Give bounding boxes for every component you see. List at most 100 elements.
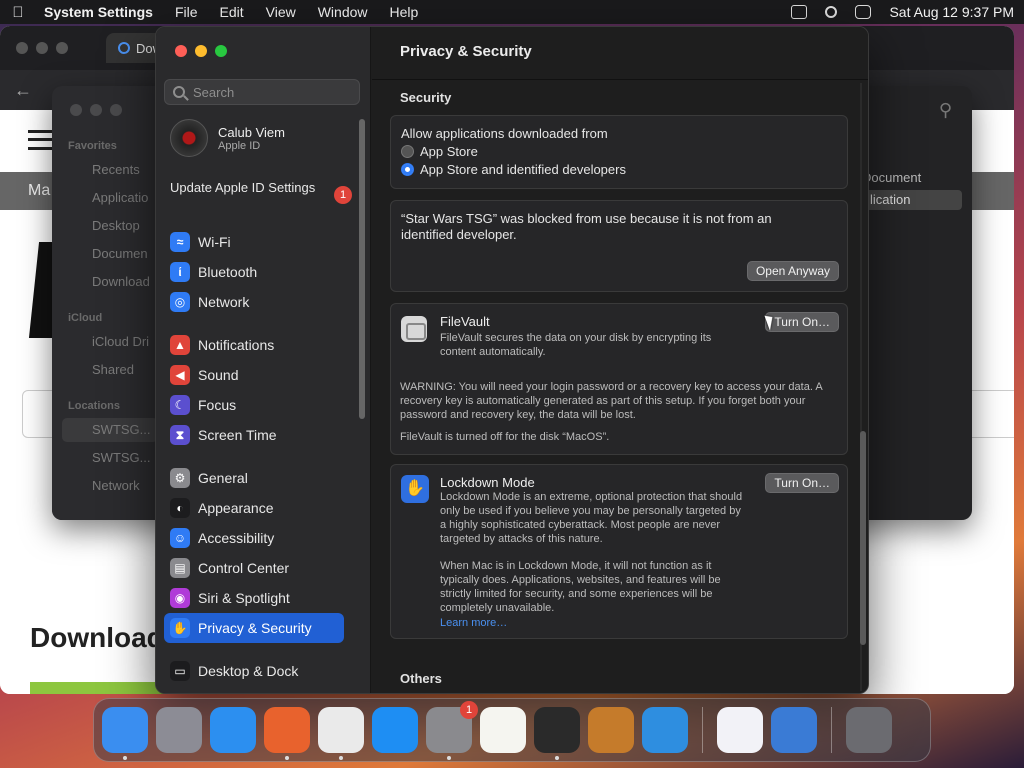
browser-zoom-button[interactable]: [56, 42, 68, 54]
dock-finder-icon[interactable]: [102, 707, 148, 760]
dock-firefox-icon[interactable]: [264, 707, 310, 760]
dock-garageband-icon[interactable]: [588, 707, 634, 753]
dock-safari-icon[interactable]: [210, 707, 256, 753]
content-scrollbar[interactable]: [860, 431, 866, 645]
browser-minimize-button[interactable]: [36, 42, 48, 54]
dock-terminal-icon[interactable]: [534, 707, 580, 760]
sidebar-item-desktop-dock[interactable]: ▭ Desktop & Dock: [164, 656, 344, 686]
menu-edit[interactable]: Edit: [220, 4, 244, 20]
sidebar-item-label: Focus: [198, 397, 237, 413]
running-indicator: [123, 756, 127, 760]
finder-item-documents[interactable]: Documen: [92, 246, 148, 261]
finder-zoom-button[interactable]: [110, 104, 122, 116]
tab-favicon-icon: [118, 42, 130, 54]
learn-more-link[interactable]: Learn more…: [440, 616, 507, 630]
finder-item-network[interactable]: Network: [92, 478, 140, 493]
sidebar-item-control-center[interactable]: ▤ Control Center: [164, 553, 344, 583]
dock-vs-code-icon[interactable]: [642, 707, 688, 753]
finder-item-downloads[interactable]: Download: [92, 274, 150, 289]
finder-icloud-header: iCloud: [68, 312, 103, 324]
lockdown-description: Lockdown Mode is an extreme, optional pr…: [440, 491, 743, 545]
hamburger-menu-icon[interactable]: [28, 130, 54, 150]
dock-weather-icon[interactable]: [771, 707, 817, 753]
radio-app-store[interactable]: App Store: [401, 144, 837, 159]
sidebar-item-focus[interactable]: ☾ Focus: [164, 390, 344, 420]
menu-app-name[interactable]: System Settings: [44, 4, 153, 20]
menu-help[interactable]: Help: [390, 4, 419, 20]
settings-zoom-button[interactable]: [215, 45, 227, 57]
radio-label: App Store and identified developers: [420, 162, 626, 177]
appearance-icon: ◐: [170, 498, 190, 518]
dock-textedit-icon[interactable]: [480, 707, 526, 753]
radio-button-selected[interactable]: [401, 163, 414, 176]
sidebar-item-sound[interactable]: ◀ Sound: [164, 360, 344, 390]
sidebar-item-label: Screen Time: [198, 427, 277, 443]
running-indicator: [339, 756, 343, 760]
lockdown-turn-on-button[interactable]: Turn On…: [765, 473, 839, 493]
wifi-icon: ≈: [170, 232, 190, 252]
finder-item-location-1[interactable]: SWTSG...: [62, 418, 158, 442]
settings-close-button[interactable]: [175, 45, 187, 57]
sidebar-item-network[interactable]: ◎ Network: [164, 287, 344, 317]
finder-column-item[interactable]: Document: [862, 170, 962, 185]
filevault-card: FileVault FileVault secures the data on …: [390, 303, 848, 455]
speaker-icon: ◀: [170, 365, 190, 385]
apple-id-profile[interactable]: Calub Viem Apple ID: [170, 119, 285, 157]
sidebar-item-accessibility[interactable]: ☺ Accessibility: [164, 523, 344, 553]
dock-chrome-icon[interactable]: [318, 707, 364, 760]
update-apple-id-item[interactable]: Update Apple ID Settings 1: [170, 180, 360, 204]
search-placeholder: Search: [193, 84, 235, 100]
finder-item-applications[interactable]: Applicatio: [92, 190, 148, 205]
finder-close-button[interactable]: [70, 104, 82, 116]
radio-app-store-identified[interactable]: App Store and identified developers: [401, 162, 837, 177]
menu-file[interactable]: File: [175, 4, 198, 20]
menu-clock[interactable]: Sat Aug 12 9:37 PM: [889, 4, 1014, 20]
dock-visual-studio-icon[interactable]: [717, 707, 763, 753]
sidebar-item-label: Accessibility: [198, 530, 275, 546]
back-arrow-icon[interactable]: ←: [14, 80, 32, 101]
finder-selected-item[interactable]: lication: [862, 190, 962, 210]
settings-sidebar: Search Calub Viem Apple ID Update Apple …: [156, 27, 371, 693]
settings-search-field[interactable]: Search: [164, 79, 360, 105]
sidebar-item-appearance[interactable]: ◐ Appearance: [164, 493, 344, 523]
avatar: [170, 119, 208, 157]
settings-minimize-button[interactable]: [195, 45, 207, 57]
running-indicator: [285, 756, 289, 760]
title-divider: [372, 79, 868, 80]
dock-launchpad-icon[interactable]: [156, 707, 202, 753]
sidebar-item-privacy-security[interactable]: ✋ Privacy & Security: [164, 613, 344, 643]
control-center-icon[interactable]: [855, 5, 872, 19]
finder-item-recents[interactable]: Recents: [92, 162, 140, 177]
finder-minimize-button[interactable]: [90, 104, 102, 116]
menu-window[interactable]: Window: [318, 4, 368, 20]
open-anyway-button[interactable]: Open Anyway: [746, 261, 839, 281]
finder-item-location-2[interactable]: SWTSG...: [92, 450, 151, 465]
others-section-title: Others: [400, 671, 442, 686]
dock-app-store-icon[interactable]: [372, 707, 418, 753]
sidebar-item-bluetooth[interactable]: ί Bluetooth: [164, 257, 344, 287]
sidebar-scrollbar[interactable]: [359, 119, 365, 419]
finder-item-shared[interactable]: Shared: [92, 362, 134, 377]
dock-separator: [702, 707, 703, 753]
menu-view[interactable]: View: [266, 4, 296, 20]
dock-trash-icon[interactable]: [846, 707, 892, 753]
allow-apps-label: Allow applications downloaded from: [401, 126, 608, 141]
sidebar-item-label: Privacy & Security: [198, 620, 312, 636]
sidebar-item-siri-spotlight[interactable]: ◉ Siri & Spotlight: [164, 583, 344, 613]
finder-item-icloud-drive[interactable]: iCloud Dri: [92, 334, 149, 349]
finder-search-icon[interactable]: ⚲: [939, 100, 952, 121]
spotlight-search-icon[interactable]: [825, 6, 838, 18]
filevault-turn-on-button[interactable]: Turn On…: [765, 312, 839, 332]
sidebar-item-label: Bluetooth: [198, 264, 258, 280]
apple-menu-icon[interactable]: : [10, 4, 26, 21]
sidebar-item-screen-time[interactable]: ⧗ Screen Time: [164, 420, 344, 450]
security-section-title: Security: [400, 90, 452, 105]
browser-close-button[interactable]: [16, 42, 28, 54]
dock-system-settings-icon[interactable]: 1: [426, 701, 478, 760]
finder-item-desktop[interactable]: Desktop: [92, 218, 140, 233]
screen-mirroring-icon[interactable]: [791, 5, 808, 19]
sidebar-item-general[interactable]: ⚙ General: [164, 463, 344, 493]
radio-button[interactable]: [401, 145, 414, 158]
sidebar-item-notifications[interactable]: ▲ Notifications: [164, 330, 344, 360]
sidebar-item-wi-fi[interactable]: ≈ Wi-Fi: [164, 227, 344, 257]
